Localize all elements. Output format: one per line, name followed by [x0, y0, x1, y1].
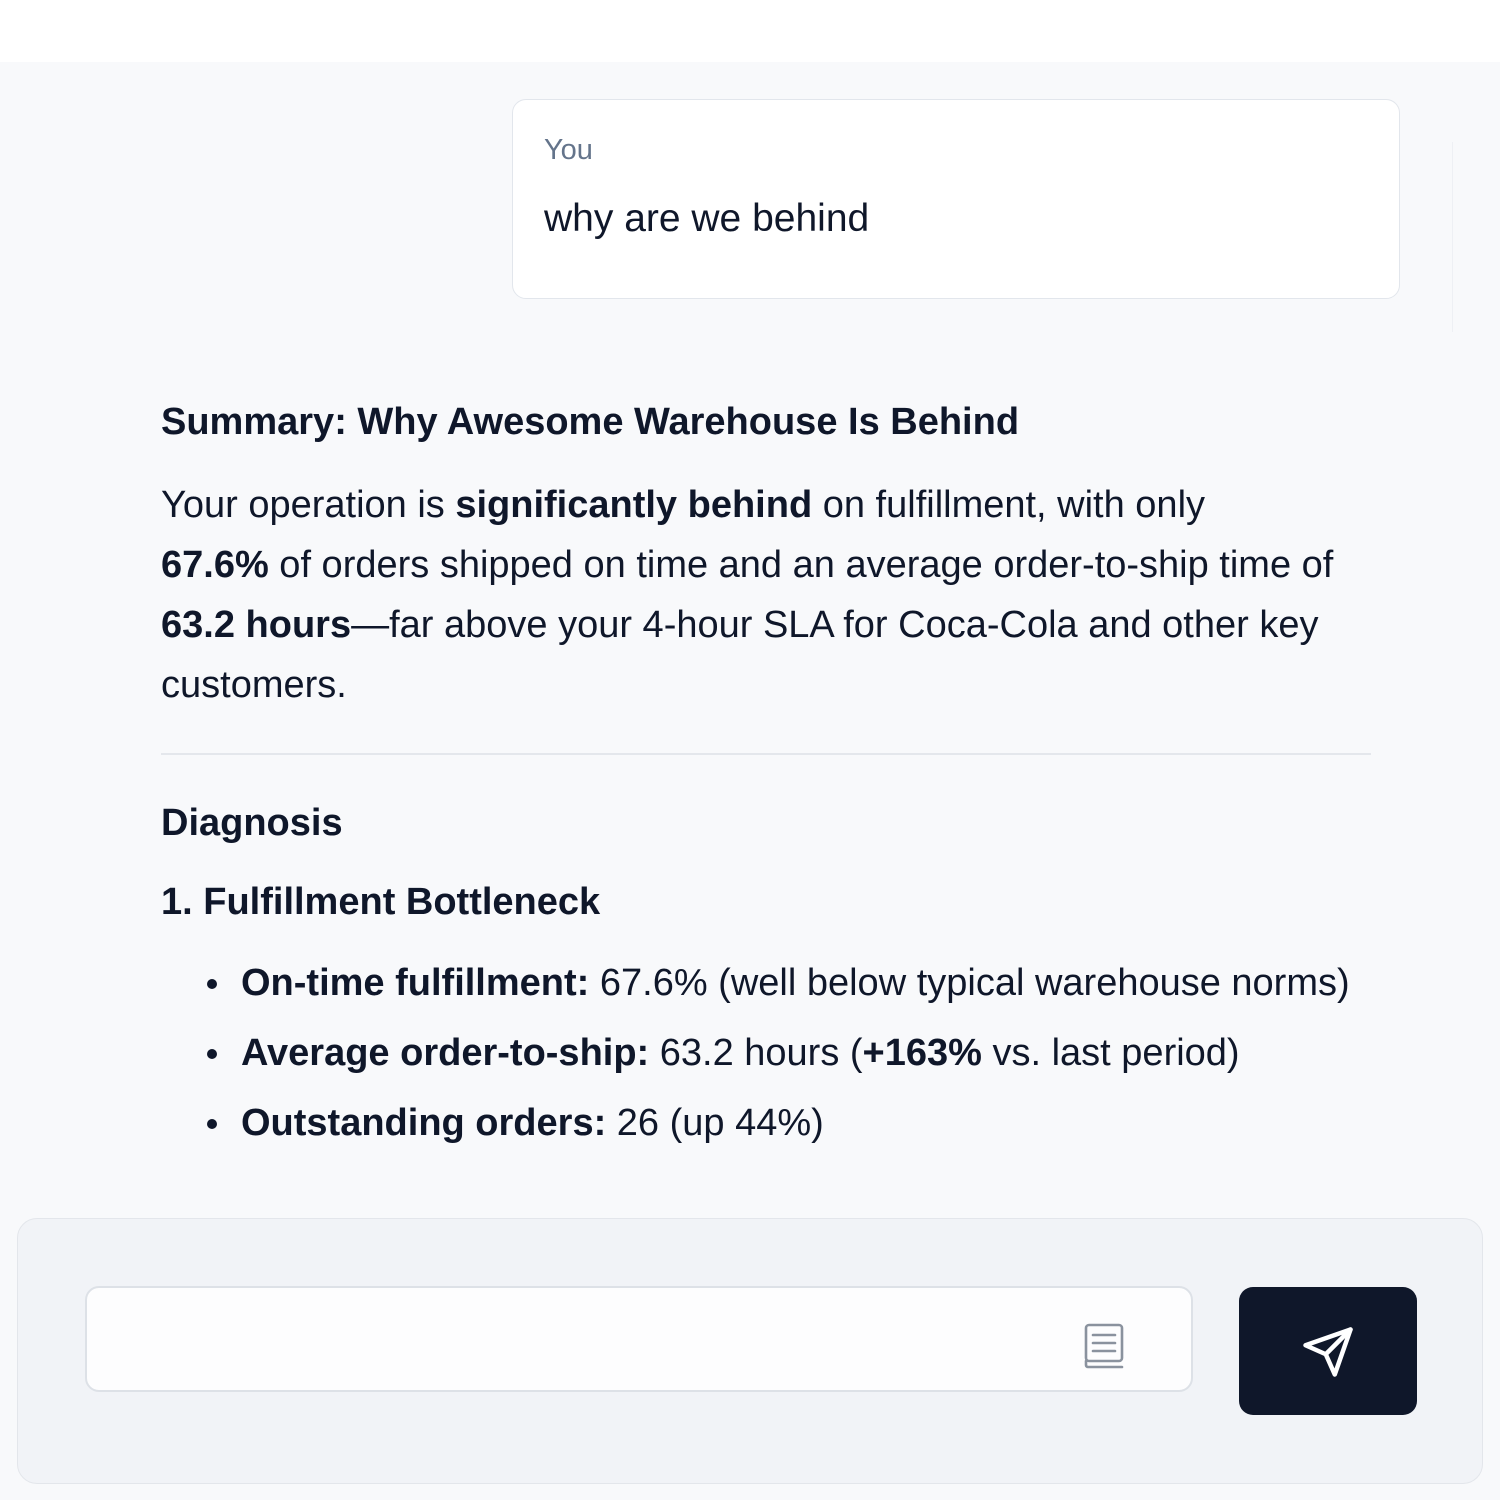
paragraph-emphasis: 67.6% — [161, 544, 269, 586]
bottleneck-subheading: 1. Fulfillment Bottleneck — [161, 881, 601, 923]
list-item: Outstanding orders: 26 (up 44%) — [207, 1093, 1361, 1153]
bullet-text: 63.2 hours ( — [649, 1032, 863, 1074]
book-icon[interactable] — [1082, 1322, 1126, 1370]
bullet-text: vs. last period) — [981, 1032, 1240, 1074]
diagnosis-heading: Diagnosis — [161, 802, 343, 844]
assistant-message: Summary: Why Awesome Warehouse Is Behind… — [161, 395, 1371, 755]
send-button[interactable] — [1239, 1287, 1417, 1415]
scrollbar-track — [1452, 142, 1453, 332]
user-message-text: why are we behind — [544, 197, 870, 240]
paragraph-emphasis: significantly behind — [455, 484, 813, 526]
paragraph-emphasis: 63.2 hours — [161, 604, 352, 646]
message-input[interactable] — [85, 1286, 1193, 1392]
bullet-text: 26 (up 44%) — [606, 1102, 824, 1144]
paragraph-text: on fulfillment, with only — [812, 484, 1206, 526]
top-bar — [0, 0, 1500, 62]
message-author-label: You — [544, 134, 593, 166]
section-divider — [161, 753, 1371, 755]
bullet-text: 67.6% (well below typical warehouse norm… — [589, 962, 1350, 1004]
list-item: On-time fulfillment: 67.6% (well below t… — [207, 953, 1361, 1013]
bullet-label: Outstanding orders: — [241, 1102, 607, 1144]
diagnosis-bullet-list: On-time fulfillment: 67.6% (well below t… — [207, 953, 1361, 1163]
user-message-bubble: You why are we behind — [512, 99, 1400, 299]
paragraph-text: of orders shipped on time and an average… — [268, 544, 1334, 586]
bullet-emphasis: +163% — [862, 1032, 982, 1074]
bullet-label: On-time fulfillment: — [241, 962, 590, 1004]
message-composer — [17, 1218, 1483, 1484]
list-item: Average order-to-ship: 63.2 hours (+163%… — [207, 1023, 1361, 1083]
assistant-summary-paragraph: Your operation is significantly behind o… — [161, 475, 1371, 715]
paper-plane-icon — [1303, 1327, 1353, 1377]
bullet-label: Average order-to-ship: — [241, 1032, 650, 1074]
paragraph-text: Your operation is — [161, 484, 456, 526]
assistant-summary-title: Summary: Why Awesome Warehouse Is Behind — [161, 401, 1020, 443]
